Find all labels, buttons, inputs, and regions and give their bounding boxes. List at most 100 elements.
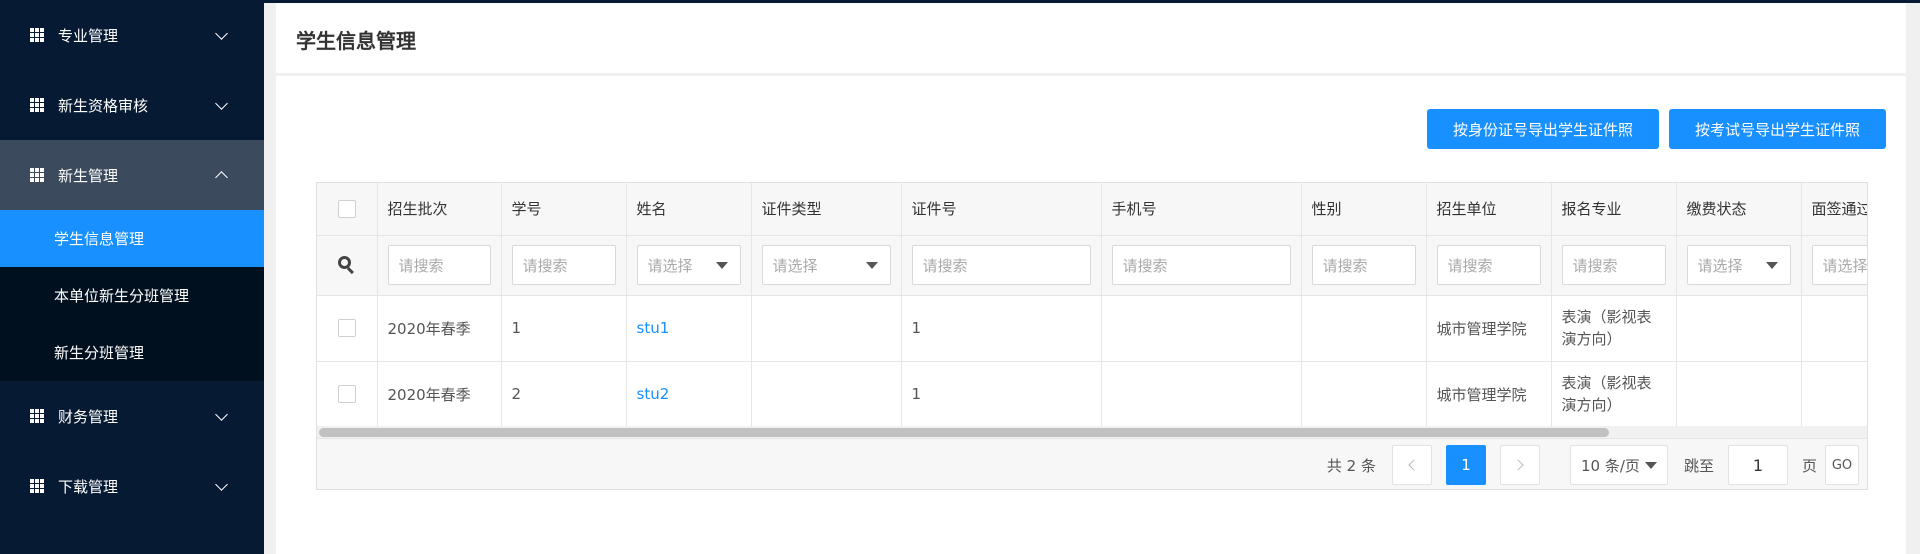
select-all-cell <box>317 183 378 236</box>
select-placeholder: 请选择 <box>1822 256 1868 275</box>
total-count: 共 2 条 <box>1326 456 1376 475</box>
page-size-value: 10 条/页 <box>1580 456 1640 475</box>
search-cell <box>317 235 378 296</box>
sidebar-item-freshman-qualification[interactable]: 新生资格审核 <box>0 70 264 140</box>
grid-icon <box>30 479 44 493</box>
cell-major: 表演（影视表演方向） <box>1551 295 1677 362</box>
sidebar-item-finance[interactable]: 财务管理 <box>0 381 264 451</box>
page-unit-label: 页 <box>1801 456 1817 475</box>
submenu-item-student-info[interactable]: 学生信息管理 <box>0 210 264 267</box>
sidebar-item-freshman-management[interactable]: 新生管理 <box>0 140 264 210</box>
select-placeholder: 请选择 <box>772 256 818 275</box>
chevron-down-icon <box>215 27 228 40</box>
cell-gender <box>1301 295 1427 362</box>
chevron-down-icon <box>215 408 228 421</box>
chevron-left-icon <box>1408 459 1420 471</box>
cell-unit: 城市管理学院 <box>1426 361 1552 428</box>
search-icon[interactable] <box>337 256 356 275</box>
submenu-item-class-assignment[interactable]: 新生分班管理 <box>0 324 264 381</box>
cell-phone <box>1101 361 1302 428</box>
student-table: 招生批次 学号 姓名 证件类型 证件号 手机号 性别 招生单位 报名专业 缴费状… <box>316 182 1868 490</box>
cell-id-no: 1 <box>901 295 1102 362</box>
filter-batch-input[interactable]: 请搜索 <box>387 245 491 285</box>
jump-page-input[interactable]: 1 <box>1727 445 1788 485</box>
column-header: 性别 <box>1301 183 1427 236</box>
table-filter-row: 请搜索 请搜索 请选择 请选择 请搜索 请搜索 请搜索 请搜索 请搜索 请选择 … <box>317 235 1868 296</box>
sidebar: 专业管理 新生资格审核 新生管理 学生信息管理 本单位新生分班管理 新生分班管理… <box>0 0 264 554</box>
cell-student-no: 2 <box>501 361 627 428</box>
column-header: 面签通过 <box>1801 183 1867 236</box>
filter-name-select[interactable]: 请选择 <box>636 245 741 285</box>
chevron-right-icon <box>1512 459 1524 471</box>
prev-page-button[interactable] <box>1391 445 1432 485</box>
cell-id-type <box>751 361 902 428</box>
filter-phone-input[interactable]: 请搜索 <box>1111 245 1291 285</box>
pagination: 共 2 条 1 10 条/页 跳至 1 页 GO <box>317 438 1867 489</box>
select-all-checkbox[interactable] <box>337 199 356 218</box>
cell-unit: 城市管理学院 <box>1426 295 1552 362</box>
caret-down-icon <box>1644 462 1657 469</box>
column-header: 招生单位 <box>1426 183 1552 236</box>
filter-id-type-select[interactable]: 请选择 <box>761 245 891 285</box>
export-toolbar: 按身份证号导出学生证件照 按考试号导出学生证件照 <box>1417 109 1886 149</box>
caret-down-icon <box>1765 262 1778 269</box>
export-by-id-button[interactable]: 按身份证号导出学生证件照 <box>1426 109 1659 149</box>
cell-name-link[interactable]: stu2 <box>626 361 752 428</box>
row-checkbox[interactable] <box>337 319 356 337</box>
cell-gender <box>1301 361 1427 428</box>
grid-icon <box>30 98 44 112</box>
cell-interview <box>1801 361 1867 428</box>
column-header: 姓名 <box>626 183 752 236</box>
sidebar-item-major-management[interactable]: 专业管理 <box>0 0 264 70</box>
select-placeholder: 请选择 <box>1697 256 1743 275</box>
next-page-button[interactable] <box>1499 445 1540 485</box>
cell-id-type <box>751 295 902 362</box>
submenu-item-unit-class-assignment[interactable]: 本单位新生分班管理 <box>0 267 264 324</box>
go-button[interactable]: GO <box>1825 445 1859 485</box>
vertical-scrollbar[interactable] <box>1906 3 1920 554</box>
filter-id-no-input[interactable]: 请搜索 <box>911 245 1091 285</box>
filter-student-no-input[interactable]: 请搜索 <box>511 245 616 285</box>
jump-label: 跳至 <box>1683 456 1714 475</box>
table-header-row: 招生批次 学号 姓名 证件类型 证件号 手机号 性别 招生单位 报名专业 缴费状… <box>317 183 1867 236</box>
page-body: 按身份证号导出学生证件照 按考试号导出学生证件照 招生批次 学号 姓名 证件类型… <box>276 76 1906 554</box>
column-header: 报名专业 <box>1551 183 1677 236</box>
cell-batch: 2020年春季 <box>377 295 502 362</box>
page-header: 学生信息管理 <box>276 3 1906 73</box>
submenu: 学生信息管理 本单位新生分班管理 新生分班管理 <box>0 210 264 381</box>
filter-fee-select[interactable]: 请选择 <box>1686 245 1791 285</box>
cell-name-link[interactable]: stu1 <box>626 295 752 362</box>
cell-major: 表演（影视表演方向） <box>1551 361 1677 428</box>
sidebar-item-label: 财务管理 <box>58 407 119 426</box>
filter-unit-input[interactable]: 请搜索 <box>1436 245 1541 285</box>
filter-major-input[interactable]: 请搜索 <box>1561 245 1666 285</box>
chevron-up-icon <box>215 171 228 184</box>
cell-interview <box>1801 295 1867 362</box>
row-checkbox[interactable] <box>337 385 356 403</box>
main-area: 学生信息管理 按身份证号导出学生证件照 按考试号导出学生证件照 招生批次 学号 … <box>264 3 1920 554</box>
select-placeholder: 请选择 <box>647 256 693 275</box>
export-by-exam-button[interactable]: 按考试号导出学生证件照 <box>1668 109 1886 149</box>
column-header: 证件号 <box>901 183 1102 236</box>
cell-id-no: 1 <box>901 361 1102 428</box>
chevron-down-icon <box>215 97 228 110</box>
caret-down-icon <box>715 262 728 269</box>
column-header: 缴费状态 <box>1676 183 1802 236</box>
page-number-button[interactable]: 1 <box>1445 445 1486 485</box>
chevron-down-icon <box>215 478 228 491</box>
scrollbar-thumb[interactable] <box>319 428 1609 437</box>
horizontal-scrollbar[interactable] <box>317 426 1867 438</box>
column-header: 招生批次 <box>377 183 502 236</box>
column-header: 学号 <box>501 183 627 236</box>
grid-icon <box>30 168 44 182</box>
table-row: 2020年春季 2 stu2 1 城市管理学院 表演（影视表演方向） <box>317 361 1867 428</box>
sidebar-item-download[interactable]: 下载管理 <box>0 451 264 521</box>
caret-down-icon <box>865 262 878 269</box>
filter-interview-select[interactable]: 请选择 <box>1811 245 1868 285</box>
cell-phone <box>1101 295 1302 362</box>
sidebar-item-label: 下载管理 <box>58 477 119 496</box>
sidebar-item-label: 新生资格审核 <box>58 96 149 115</box>
cell-student-no: 1 <box>501 295 627 362</box>
filter-gender-input[interactable]: 请搜索 <box>1311 245 1416 285</box>
page-size-select[interactable]: 10 条/页 <box>1569 445 1668 485</box>
